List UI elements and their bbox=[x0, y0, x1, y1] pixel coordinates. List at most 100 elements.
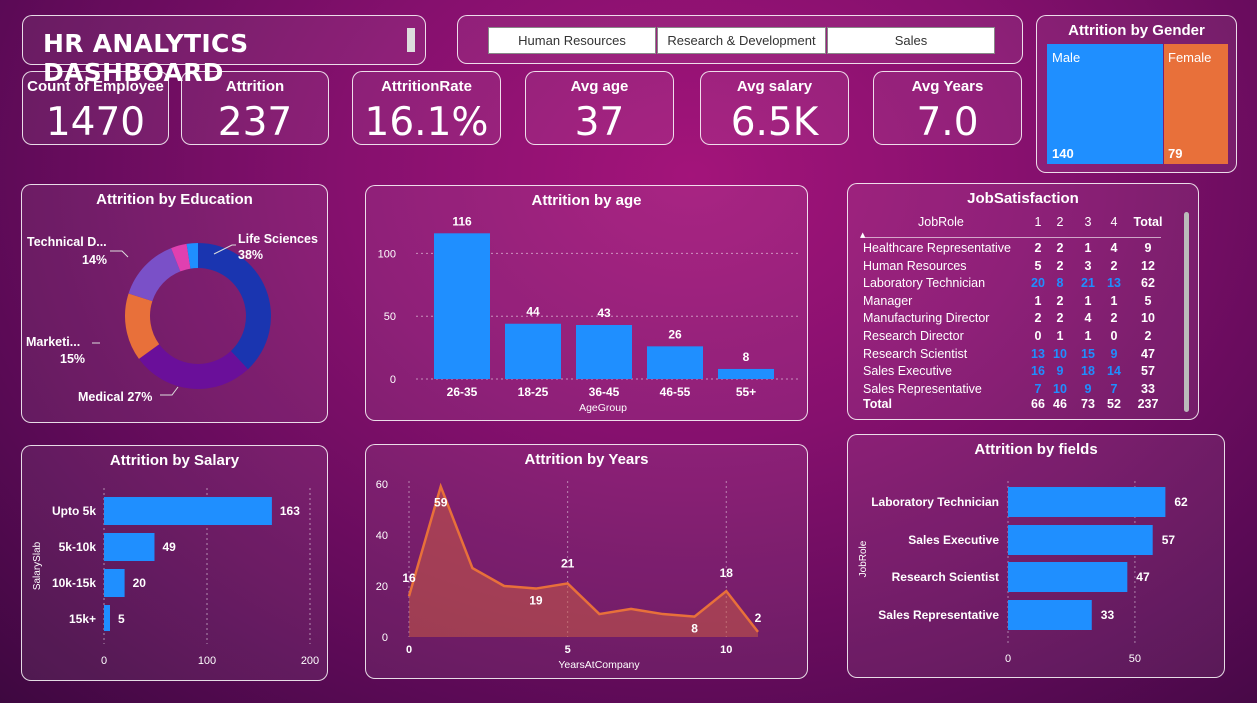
x-tick-label: 100 bbox=[198, 655, 216, 667]
field-bar[interactable] bbox=[1008, 600, 1092, 630]
table-cell: 2 bbox=[1034, 241, 1042, 255]
kpi-label: Avg Years bbox=[911, 78, 984, 95]
table-scrollbar[interactable] bbox=[1184, 212, 1189, 412]
kpi-label: Avg salary bbox=[736, 78, 813, 95]
field-bar[interactable] bbox=[1008, 525, 1153, 555]
data-label: 43 bbox=[597, 306, 611, 320]
y-tick-label: Upto 5k bbox=[52, 504, 96, 518]
x-tick-label: 36-45 bbox=[589, 385, 620, 399]
table-cell: 52 bbox=[1107, 397, 1121, 411]
y-axis-label: JobRole bbox=[858, 540, 869, 577]
row-label: Research Director bbox=[863, 329, 964, 343]
row-label: JobRole bbox=[918, 215, 964, 229]
row-label: Total bbox=[863, 397, 892, 411]
table-cell: 1 bbox=[1084, 329, 1092, 343]
header-divider bbox=[861, 237, 1161, 238]
table-cell: 4 bbox=[1110, 241, 1118, 255]
table-cell: 2 bbox=[1056, 311, 1064, 326]
table-cell: 0 bbox=[1110, 329, 1118, 343]
table-cell: 8 bbox=[1056, 276, 1064, 291]
table-cell: 47 bbox=[1141, 346, 1155, 361]
y-tick-label: 0 bbox=[382, 632, 388, 644]
age-bar[interactable] bbox=[434, 233, 490, 379]
kpi-attrition: Attrition 237 bbox=[181, 71, 329, 145]
y-tick-label: Sales Representative bbox=[878, 608, 999, 622]
row-label: Research Scientist bbox=[863, 346, 968, 361]
department-slicer: Human Resources Research & Development S… bbox=[457, 15, 1023, 64]
kpi-value: 1470 bbox=[45, 100, 146, 145]
y-tick-label: 50 bbox=[384, 311, 396, 323]
table-cell: 1 bbox=[1034, 215, 1042, 229]
x-axis-label: YearsAtCompany bbox=[558, 659, 640, 671]
y-tick-label: 10k-15k bbox=[52, 576, 96, 590]
age-bar-chart: 0 50 100 116 26-35 44 18-25 43 36-45 26 46-55 8 55+ A… bbox=[378, 214, 798, 414]
table-cell: 57 bbox=[1141, 364, 1155, 379]
y-tick-label: Laboratory Technician bbox=[871, 495, 999, 509]
x-tick-label: 55+ bbox=[736, 385, 756, 399]
y-tick-label: 20 bbox=[376, 581, 388, 593]
kpi-avg-age: Avg age 37 bbox=[525, 71, 674, 145]
table-cell: 13 bbox=[1031, 346, 1045, 361]
attrition-by-education-card: Attrition by Education Life Sciences 38%… bbox=[21, 184, 328, 423]
slicer-option-sales[interactable]: Sales bbox=[827, 27, 995, 54]
age-bar[interactable] bbox=[647, 346, 703, 379]
table-row: Sales Executive 16 9 18 14 57 bbox=[863, 364, 1163, 382]
table-row: Research Director 0 1 1 0 2 bbox=[863, 329, 1163, 347]
salary-bar[interactable] bbox=[104, 497, 272, 525]
title-accent-bar bbox=[407, 28, 415, 52]
kpi-count-of-employee: Count of Employee 1470 bbox=[22, 71, 169, 145]
data-label: 16 bbox=[402, 571, 416, 585]
kpi-value: 6.5K bbox=[730, 100, 819, 145]
table-cell: 33 bbox=[1141, 381, 1155, 396]
kpi-label: Count of Employee bbox=[27, 78, 164, 95]
field-bar[interactable] bbox=[1008, 562, 1128, 592]
treemap-female[interactable]: Female 79 bbox=[1164, 44, 1228, 164]
age-bar[interactable] bbox=[505, 323, 561, 379]
row-label: Healthcare Representative bbox=[863, 241, 1011, 255]
table-row: Manufacturing Director 2 2 4 2 10 bbox=[863, 311, 1163, 329]
x-tick-label: 50 bbox=[1129, 653, 1141, 665]
x-tick-label: 10 bbox=[720, 644, 732, 656]
table-header: JobRole 1 2 3 4 Total bbox=[863, 215, 1163, 233]
age-bar[interactable] bbox=[576, 324, 632, 379]
data-label: 33 bbox=[1101, 608, 1115, 622]
table-cell: 1 bbox=[1084, 241, 1092, 255]
x-tick-label: 5 bbox=[565, 644, 571, 656]
table-cell: 62 bbox=[1141, 276, 1155, 291]
table-cell: 13 bbox=[1107, 276, 1121, 291]
education-donut-chart: Life Sciences 38% Technical D... 14% Mar… bbox=[26, 232, 318, 404]
treemap-male[interactable]: Male 140 bbox=[1047, 44, 1163, 164]
salary-bar[interactable] bbox=[104, 605, 110, 631]
data-label: 116 bbox=[452, 214, 472, 228]
slicer-option-human-resources[interactable]: Human Resources bbox=[488, 27, 656, 54]
data-label: 8 bbox=[743, 350, 750, 364]
table-cell: 10 bbox=[1141, 311, 1155, 326]
data-label: 49 bbox=[162, 540, 176, 554]
field-bar[interactable] bbox=[1008, 487, 1166, 517]
kpi-label: AttritionRate bbox=[381, 78, 472, 95]
x-tick-label: 46-55 bbox=[660, 385, 691, 399]
data-label: 163 bbox=[280, 504, 300, 518]
kpi-value: 16.1% bbox=[364, 100, 489, 145]
x-tick-label: 26-35 bbox=[447, 385, 478, 399]
table-cell: 15 bbox=[1081, 346, 1095, 361]
row-label: Manager bbox=[863, 293, 913, 308]
x-tick-label: 0 bbox=[101, 655, 107, 667]
table-cell: 3 bbox=[1084, 258, 1092, 273]
table-cell: 0 bbox=[1034, 329, 1042, 343]
salary-bar[interactable] bbox=[104, 569, 125, 597]
age-bar[interactable] bbox=[718, 368, 774, 379]
table-cell: 12 bbox=[1141, 258, 1155, 273]
donut-slice-technical-degree[interactable] bbox=[128, 248, 181, 302]
slicer-option-research-development[interactable]: Research & Development bbox=[657, 27, 826, 54]
table-row: Human Resources 5 2 3 2 12 bbox=[863, 259, 1163, 277]
kpi-avg-salary: Avg salary 6.5K bbox=[700, 71, 849, 145]
area-fill bbox=[409, 486, 758, 637]
y-tick-label: 60 bbox=[376, 479, 388, 491]
y-tick-label: 15k+ bbox=[69, 612, 96, 626]
salary-bar[interactable] bbox=[104, 533, 155, 561]
table-row: Manager 1 2 1 1 5 bbox=[863, 294, 1163, 312]
kpi-attrition-rate: AttritionRate 16.1% bbox=[352, 71, 501, 145]
row-label: Manufacturing Director bbox=[863, 311, 990, 326]
table-cell: 66 bbox=[1031, 397, 1045, 411]
